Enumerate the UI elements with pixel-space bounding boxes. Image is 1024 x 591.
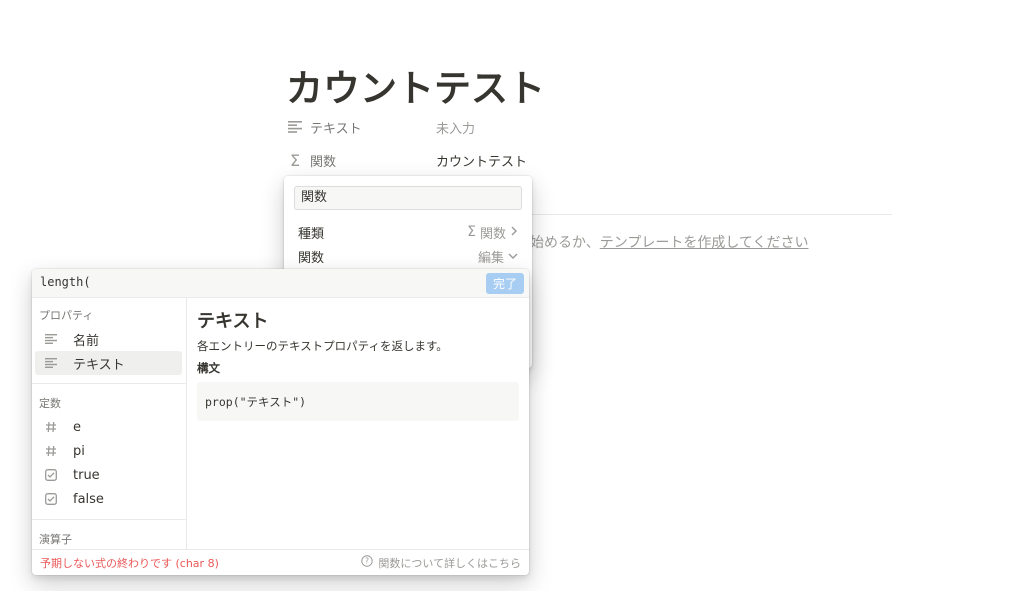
list-item[interactable]: テキスト xyxy=(35,351,182,375)
section-divider xyxy=(32,519,186,520)
formula-reference-list[interactable]: プロパティ 名前 テキスト 定数 e pi true false 演算子 xyxy=(32,298,187,549)
text-lines-icon xyxy=(286,118,304,136)
list-item[interactable]: 名前 xyxy=(35,327,182,351)
list-item[interactable]: e xyxy=(35,415,182,439)
property-row-formula[interactable]: Σ 関数 カウントテスト xyxy=(286,148,586,172)
menu-item-formula[interactable]: 関数 編集 xyxy=(284,244,532,268)
list-item-label: false xyxy=(73,491,104,507)
formula-detail-panel: テキスト 各エントリーのテキストプロパティを返します。 構文 prop("テキス… xyxy=(188,298,529,549)
checkbox-icon xyxy=(43,491,59,507)
template-hint-text: 始めるか、 xyxy=(530,235,600,251)
property-name: テキスト xyxy=(310,121,362,137)
text-lines-icon xyxy=(43,331,59,347)
property-value[interactable]: カウントテスト xyxy=(436,151,527,170)
template-hint: 始めるか、テンプレートを作成してください xyxy=(530,232,808,252)
section-label-properties: プロパティ xyxy=(39,309,94,322)
list-item-label: テキスト xyxy=(73,357,125,373)
syntax-code: prop("テキスト") xyxy=(205,395,307,409)
type-value: 関数 xyxy=(479,226,506,242)
list-item[interactable]: true xyxy=(35,463,182,487)
formula-footer: 予期しない式の終わりです (char 8) ? 関数について詳しくはこちら xyxy=(32,549,529,575)
formula-bar: length( 完了 xyxy=(32,269,529,298)
done-button[interactable]: 完了 xyxy=(486,273,524,294)
detail-title: テキスト xyxy=(197,311,269,332)
formula-input[interactable]: length( xyxy=(40,275,91,289)
list-item-label: pi xyxy=(73,443,85,459)
syntax-example: prop("テキスト") xyxy=(197,382,519,421)
chevron-down-icon xyxy=(508,249,518,264)
section-divider xyxy=(32,383,186,384)
help-link[interactable]: ? 関数について詳しくはこちら xyxy=(361,555,521,571)
checkbox-icon xyxy=(43,467,59,483)
page-title[interactable]: カウントテスト xyxy=(286,58,545,112)
list-item-label: 名前 xyxy=(73,333,100,349)
property-row-text[interactable]: テキスト 未入力 xyxy=(286,115,586,139)
property-name: 関数 xyxy=(310,154,337,170)
edit-value: 編集 xyxy=(477,250,504,266)
divider xyxy=(532,214,892,215)
section-label-operators: 演算子 xyxy=(39,533,72,546)
list-item[interactable]: false xyxy=(35,487,182,511)
property-name-input[interactable]: 関数 xyxy=(294,186,522,210)
question-circle-icon: ? xyxy=(361,555,374,570)
text-lines-icon xyxy=(43,355,59,371)
syntax-label: 構文 xyxy=(197,361,220,375)
list-item-label: e xyxy=(73,419,81,435)
hash-icon xyxy=(43,419,59,435)
list-item[interactable]: pi xyxy=(35,439,182,463)
property-value[interactable]: 未入力 xyxy=(436,118,475,137)
detail-description: 各エントリーのテキストプロパティを返します。 xyxy=(197,339,448,353)
menu-item-type[interactable]: 種類 Σ 関数 xyxy=(284,220,532,244)
sigma-icon: Σ xyxy=(289,150,301,170)
chevron-right-icon xyxy=(510,225,518,240)
help-link-label: 関数について詳しくはこちら xyxy=(378,556,521,570)
hash-icon xyxy=(43,443,59,459)
svg-text:?: ? xyxy=(365,557,369,566)
sigma-icon: Σ xyxy=(467,224,476,240)
menu-item-label: 関数 xyxy=(298,250,325,266)
error-message: 予期しない式の終わりです (char 8) xyxy=(40,556,219,570)
create-template-link[interactable]: テンプレートを作成してください xyxy=(600,235,809,251)
menu-item-label: 種類 xyxy=(298,226,325,242)
section-label-constants: 定数 xyxy=(39,397,61,410)
list-item-label: true xyxy=(73,467,100,483)
formula-editor: length( 完了 プロパティ 名前 テキスト 定数 e pi true fa… xyxy=(32,269,529,575)
